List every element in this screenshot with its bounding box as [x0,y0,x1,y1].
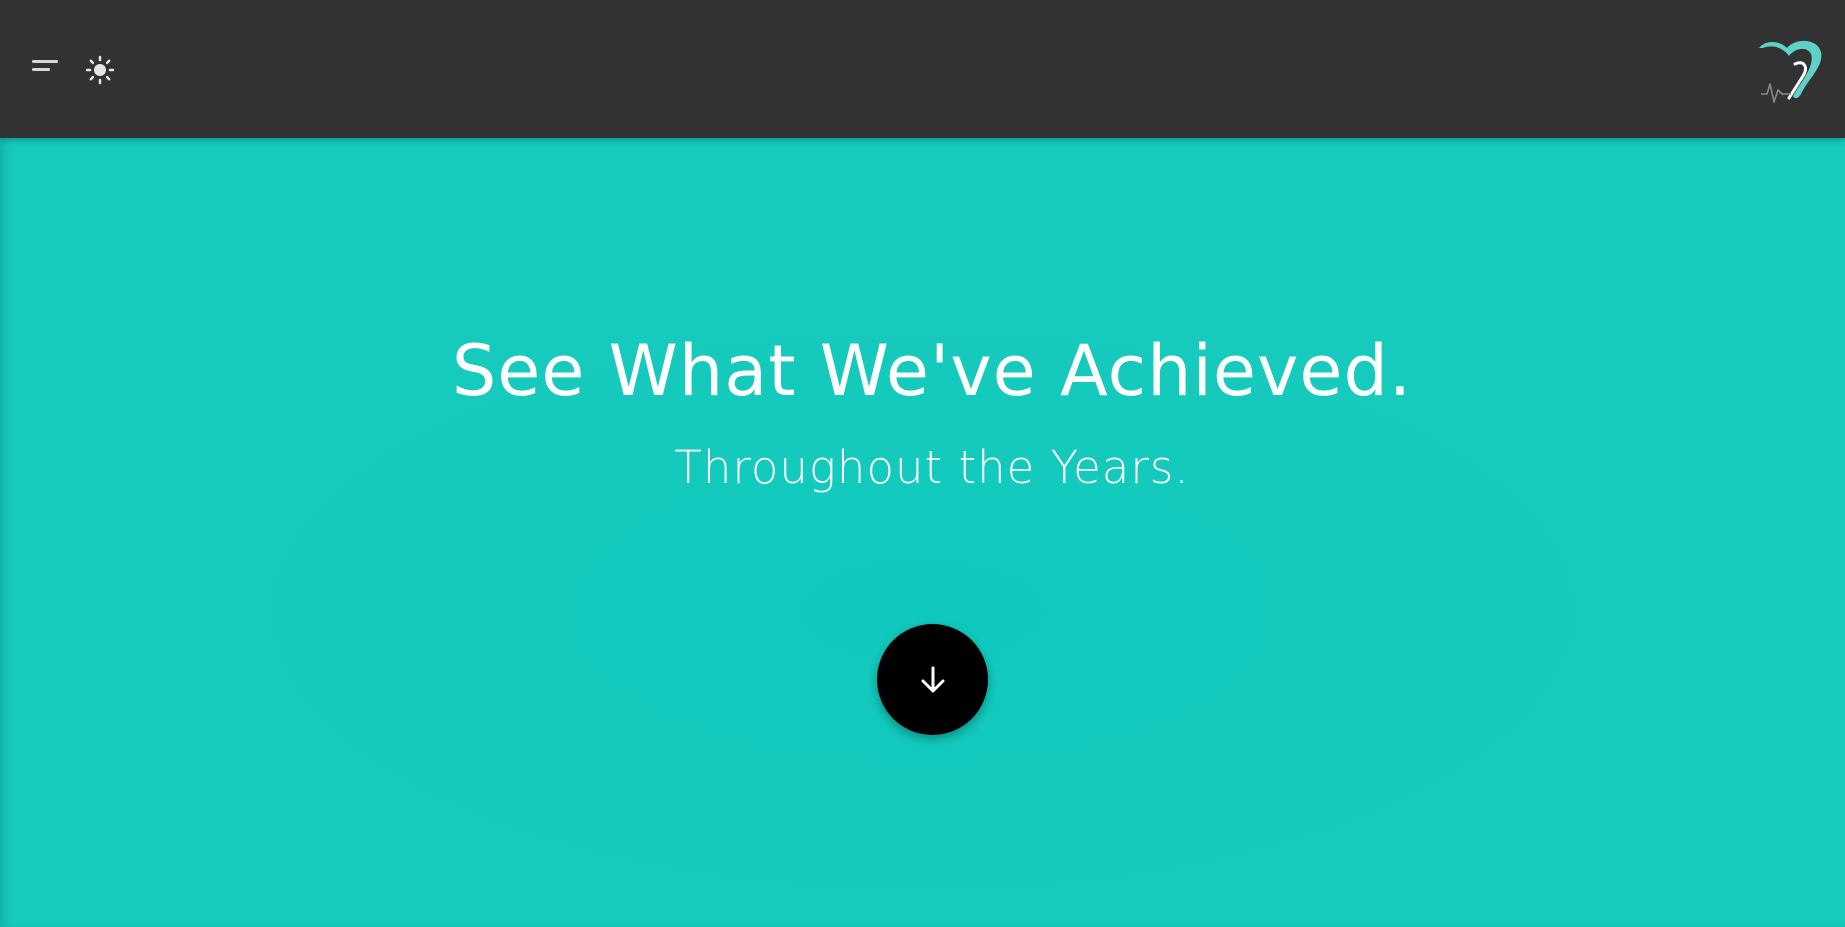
sun-icon [85,55,115,85]
arrow-down-icon [921,666,944,692]
scroll-down-button[interactable] [877,624,988,735]
top-bar [0,0,1845,138]
theme-toggle-button[interactable] [82,52,118,88]
hero-subtitle: Throughout the Years. [674,441,1190,494]
hero-section: See What We've Achieved. Throughout the … [0,138,1845,927]
heart-logo-icon [1759,40,1822,103]
menu-button[interactable] [26,54,62,82]
hero-title: See What We've Achieved. [451,330,1413,412]
menu-icon [32,60,58,71]
site-logo[interactable] [1751,36,1825,108]
